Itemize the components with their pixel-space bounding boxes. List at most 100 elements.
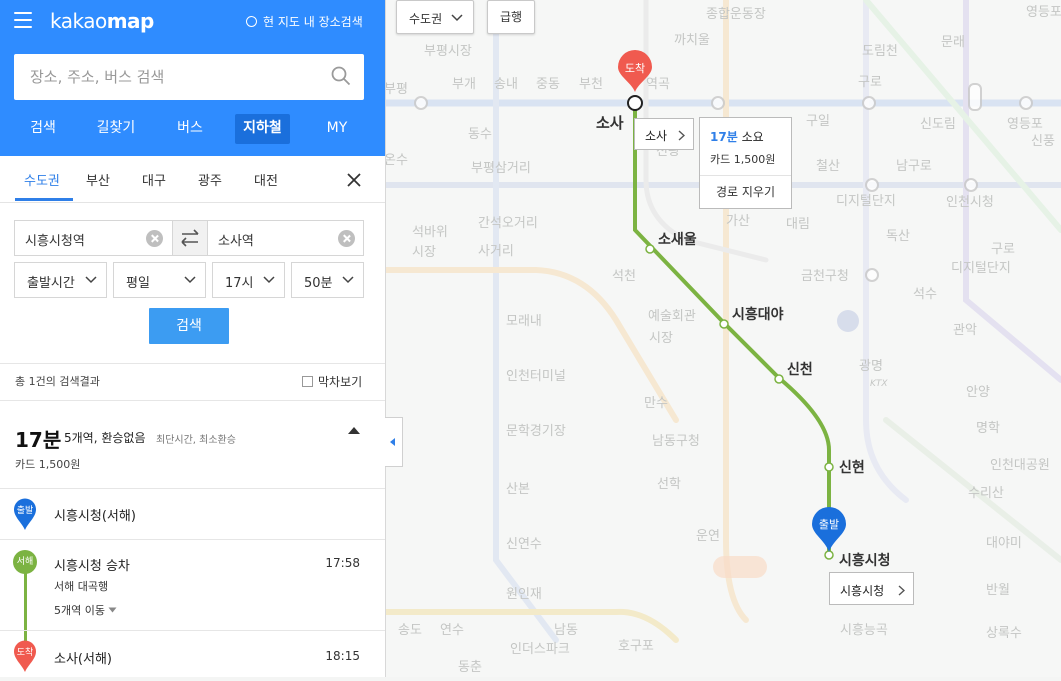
map-station-label[interactable]: 호구포 <box>618 639 654 654</box>
map-station-label[interactable]: 원인재 <box>506 587 542 602</box>
search-icon[interactable] <box>331 66 351 86</box>
collapse-arrow-icon[interactable] <box>347 425 361 435</box>
map-station-label[interactable]: 신연수 <box>506 537 542 552</box>
map-station-label[interactable]: 신풍 <box>1031 134 1055 149</box>
map-station-label[interactable]: 구로 <box>858 75 882 90</box>
map-station-label[interactable]: 반월 <box>986 583 1010 598</box>
radio-icon[interactable] <box>246 16 257 27</box>
map-station-label[interactable]: 안양 <box>966 385 990 400</box>
route-station-marker[interactable] <box>719 319 729 329</box>
map-station-label[interactable]: 간석오거리 <box>478 216 538 231</box>
map-station-label[interactable]: 부평 <box>384 82 408 97</box>
stops-expand-toggle[interactable]: 5개역 이동 <box>54 602 117 618</box>
map-station-label[interactable]: 선학 <box>657 477 681 492</box>
minute-select[interactable]: 50분 <box>291 262 364 298</box>
map-station-label[interactable]: 송내 <box>494 77 518 92</box>
route-search-button[interactable]: 검색 <box>149 308 229 344</box>
map-station-label[interactable]: 모래내 <box>506 314 542 329</box>
hour-select[interactable]: 17시 <box>212 262 285 298</box>
map-station-label[interactable]: 명학 <box>976 421 1000 436</box>
map-station-label[interactable]: 인천터미널 <box>506 369 566 384</box>
map-station-label[interactable]: 동춘 <box>458 660 482 675</box>
map-station-label[interactable]: 까치울 <box>674 33 710 48</box>
map-station-label[interactable]: 역곡 <box>646 77 670 92</box>
map-station-label[interactable]: 인천대공원 <box>990 458 1050 473</box>
route-station-label[interactable]: 시흥시청 <box>839 552 891 569</box>
tab-region-gwangju[interactable]: 광주 <box>198 170 222 189</box>
region-map-select[interactable]: 수도권 <box>396 0 474 34</box>
map-station-label[interactable]: 만수 <box>644 396 668 411</box>
map-station-label[interactable]: 디지털단지 <box>836 194 896 209</box>
map-station-label[interactable]: 남구로 <box>896 159 932 174</box>
route-station-label[interactable]: 소새울 <box>658 231 697 248</box>
map-station-label[interactable]: 부평삼거리 <box>471 161 531 176</box>
map-station-label[interactable]: 동수 <box>468 127 492 142</box>
map-station-label[interactable]: 남동 <box>554 623 578 638</box>
tab-region-busan[interactable]: 부산 <box>86 170 110 189</box>
route-station-label[interactable]: 신현 <box>839 460 865 476</box>
swap-button[interactable] <box>172 220 208 256</box>
map-station-label[interactable]: 석수 <box>913 287 937 302</box>
map-station-label[interactable]: 송도 <box>398 623 422 638</box>
route-station-marker[interactable] <box>824 462 834 472</box>
route-station-marker[interactable] <box>645 244 655 254</box>
tab-subway[interactable]: 지하철 <box>235 114 290 144</box>
map-station-label[interactable]: 사거리 <box>478 244 514 259</box>
map-station-label[interactable]: 수리산 <box>968 486 1004 501</box>
map-station-label[interactable]: 상록수 <box>986 626 1022 641</box>
map-canvas[interactable]: 종합운동장까치울도림천문래영등포부평시장부개 송내 중동 부천 역곡 구로부평동수온수천왕… <box>382 0 1061 677</box>
map-station-label[interactable]: 관악 <box>953 323 977 338</box>
map-station-label[interactable]: 부천 <box>579 77 603 92</box>
map-station-label[interactable]: 구로 <box>991 242 1015 257</box>
map-station-label[interactable]: 종합운동장 <box>706 7 766 22</box>
route-station-label[interactable]: 시흥대야 <box>732 306 784 323</box>
origin-field[interactable]: 시흥시청역 <box>14 220 173 256</box>
search-input[interactable] <box>28 54 322 100</box>
map-station-label[interactable]: 부개 <box>452 77 476 92</box>
map-station-label[interactable]: 석천 <box>612 269 636 284</box>
map-station-label[interactable]: 광명 <box>859 359 883 374</box>
arrive-station[interactable]: 소사(서해) <box>54 648 112 667</box>
map-station-label[interactable]: 석바위 <box>412 225 448 240</box>
depart-mode-select[interactable]: 출발시간 <box>14 262 107 298</box>
local-area-search-toggle[interactable]: 현 지도 내 장소검색 <box>246 13 363 30</box>
map-station-label[interactable]: 산본 <box>506 482 530 497</box>
route-station-marker[interactable] <box>627 95 643 111</box>
map-station-label[interactable]: 시장 <box>412 245 436 260</box>
map-station-label[interactable]: 문래 <box>941 35 965 50</box>
close-icon[interactable] <box>346 172 362 188</box>
route-station-marker[interactable] <box>774 374 784 384</box>
map-station-label[interactable]: 독산 <box>886 229 910 244</box>
map-station-label[interactable]: 예술회관 <box>648 309 696 324</box>
tab-region-daegu[interactable]: 대구 <box>142 170 166 189</box>
map-station-label[interactable]: 대야미 <box>986 536 1022 551</box>
map-station-label[interactable]: 남동구청 <box>652 434 700 449</box>
map-station-label[interactable]: 운연 <box>696 529 720 544</box>
route-station-marker[interactable] <box>824 550 834 560</box>
tab-search[interactable]: 검색 <box>22 114 64 144</box>
map-station-label[interactable]: 구일 <box>806 114 830 129</box>
map-station-label[interactable]: 인천시청 <box>946 195 994 210</box>
map-station-label[interactable]: 디지털단지 <box>951 261 1011 276</box>
map-station-label[interactable]: 연수 <box>440 623 464 638</box>
map-station-label[interactable]: 도림천 <box>862 44 898 59</box>
map-station-label[interactable]: 시흥능곡 <box>840 623 888 638</box>
map-station-label[interactable]: 인더스파크 <box>510 642 570 657</box>
map-station-label[interactable]: 부평시장 <box>424 44 472 59</box>
clear-route-button[interactable]: 경로 지우기 <box>700 175 791 209</box>
tab-region-daejeon[interactable]: 대전 <box>254 170 278 189</box>
dest-station-callout[interactable]: 소사 <box>634 118 694 150</box>
map-station-label[interactable]: 금천구청 <box>801 269 849 284</box>
map-station-label[interactable]: 철산 <box>816 159 840 174</box>
route-station-label[interactable]: 소사 <box>596 114 624 132</box>
clear-destination-icon[interactable] <box>338 230 355 247</box>
map-station-label[interactable]: 신도림 <box>920 117 956 132</box>
subway-map[interactable]: 종합운동장 까치울 도림천 문래 영등포 부평시장 부개 송내 중동 부천 역곡 구로 부평 동수 온수 천왕… <box>382 0 1061 677</box>
clear-origin-icon[interactable] <box>146 230 163 247</box>
panel-collapse-toggle[interactable] <box>385 417 403 467</box>
map-station-label[interactable]: 대림 <box>786 217 810 232</box>
express-button[interactable]: 급행 <box>487 0 535 34</box>
map-station-label[interactable]: 중동 <box>536 77 560 92</box>
tab-bus[interactable]: 버스 <box>168 114 212 144</box>
map-station-label[interactable]: 영등포 <box>1026 5 1061 20</box>
